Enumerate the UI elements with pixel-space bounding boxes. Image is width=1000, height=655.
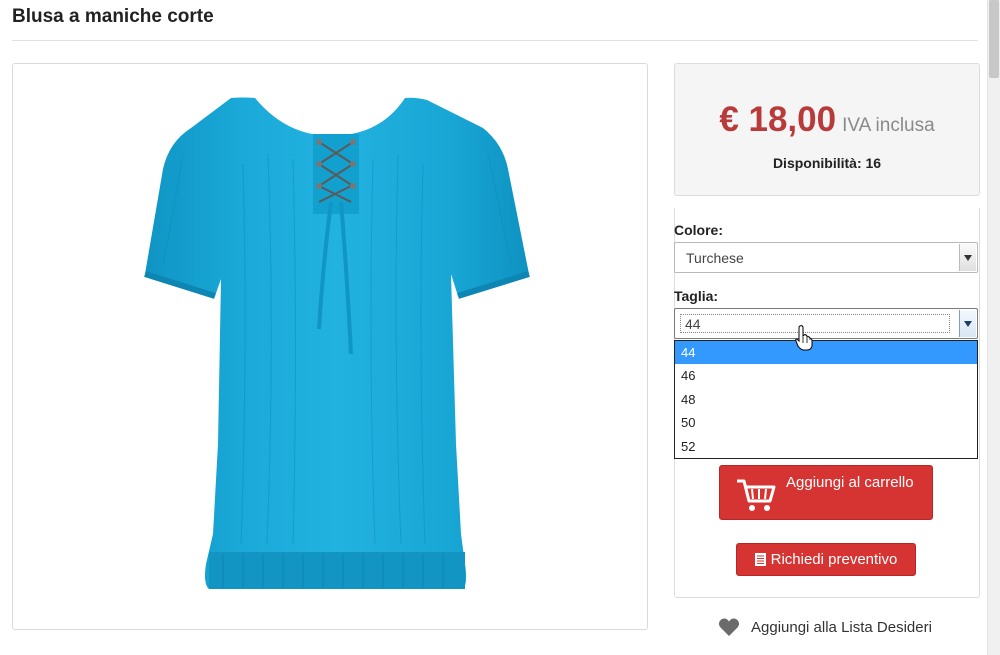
size-option[interactable]: 46 <box>675 364 977 387</box>
size-option[interactable]: 52 <box>675 435 977 458</box>
chevron-down-icon[interactable] <box>959 310 976 337</box>
price-box: € 18,00 IVA inclusa Disponibilità: 16 <box>674 63 980 196</box>
size-option[interactable]: 48 <box>675 388 977 411</box>
request-quote-button[interactable]: Richiedi preventivo <box>736 543 916 576</box>
price-line: € 18,00 IVA inclusa <box>675 100 979 140</box>
add-to-cart-button[interactable]: Aggiungi al carrello <box>719 465 933 520</box>
wishlist-link[interactable]: Aggiungi alla Lista Desideri <box>718 617 932 637</box>
size-label: Taglia: <box>674 288 719 304</box>
product-image-panel[interactable] <box>12 63 648 630</box>
shopping-cart-icon <box>737 479 776 511</box>
color-select[interactable]: Turchese <box>674 242 978 273</box>
vat-note: IVA inclusa <box>842 115 935 136</box>
chevron-down-icon[interactable] <box>959 244 976 271</box>
size-option[interactable]: 44 <box>675 341 977 365</box>
title-divider <box>12 40 978 41</box>
price-amount: € 18,00 <box>719 100 837 139</box>
scrollbar-thumb[interactable] <box>989 0 999 78</box>
heart-icon <box>718 618 740 636</box>
color-label: Colore: <box>674 222 723 238</box>
focus-ring <box>680 314 950 333</box>
request-quote-label: Richiedi preventivo <box>770 551 898 568</box>
size-select[interactable]: 44 <box>674 308 978 339</box>
hand-pointer-icon <box>795 325 813 351</box>
size-option[interactable]: 50 <box>675 411 977 434</box>
availability: Disponibilità: 16 <box>772 155 882 171</box>
add-to-cart-label: Aggiungi al carrello <box>786 474 914 491</box>
document-icon <box>754 553 766 566</box>
color-select-value: Turchese <box>686 250 744 266</box>
product-image <box>144 97 530 589</box>
product-title: Blusa a maniche corte <box>12 6 214 27</box>
size-dropdown-list[interactable]: 44 46 48 50 52 <box>674 340 978 459</box>
size-select-value: 44 <box>685 316 701 332</box>
page-scrollbar[interactable] <box>987 0 1000 655</box>
wishlist-label: Aggiungi alla Lista Desideri <box>751 618 932 636</box>
